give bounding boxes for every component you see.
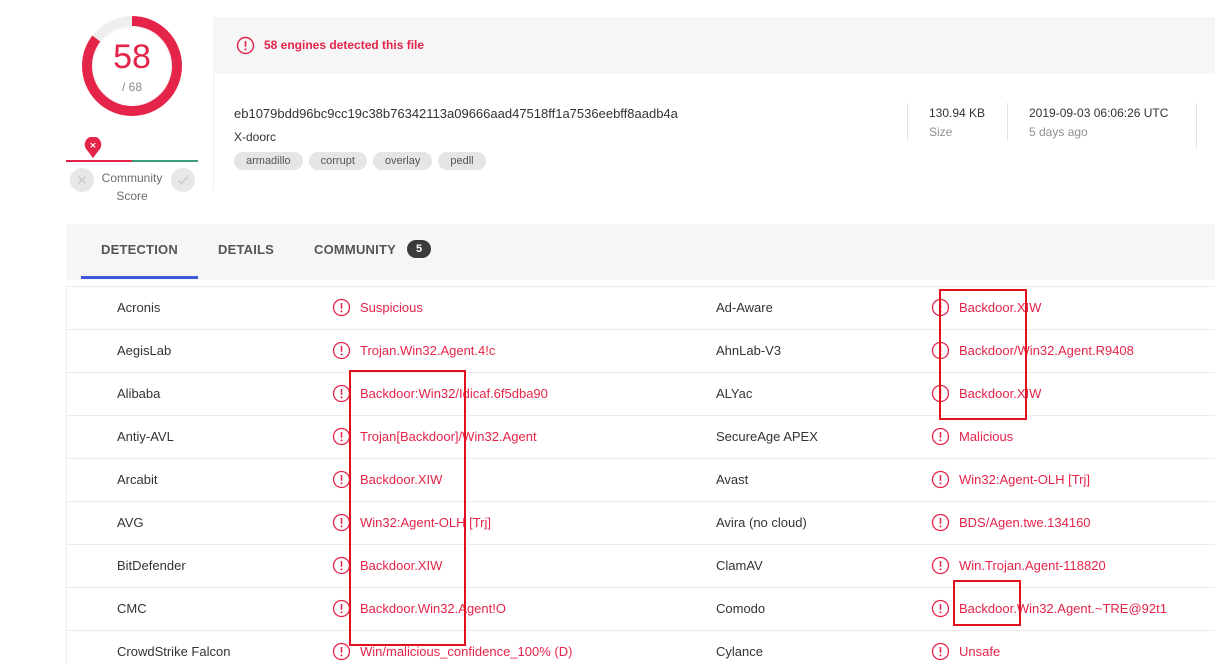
engine-name: AVG [117, 515, 144, 530]
engine-name: Cylance [716, 644, 763, 659]
file-name: X-doorc [234, 130, 277, 144]
community-score-marker-icon [84, 137, 102, 159]
community-count-badge: 5 [407, 240, 431, 258]
detection-row: Alibaba Backdoor:Win32/Idicaf.6f5dba90 ALY… [66, 372, 1215, 415]
detection-row: Acronis Suspicious Ad-Aware Backdoor.XIW [66, 286, 1215, 329]
alert-circle-icon [931, 427, 950, 446]
annotation-box [939, 289, 1027, 420]
alert-circle-icon [332, 341, 351, 360]
detection-result: Malicious [959, 429, 1014, 444]
detection-result: Win32:Agent-OLH [Trj] [959, 472, 1091, 487]
engine-name: SecureAge APEX [716, 429, 818, 444]
alert-circle-icon [931, 556, 950, 575]
detections-table: Acronis Suspicious Ad-Aware Backdoor.XIW Aeg… [66, 286, 1215, 664]
engine-name: AhnLab-V3 [716, 343, 782, 358]
file-size-label: Size [929, 125, 953, 139]
detection-row: AegisLab Trojan.Win32.Agent.4!c AhnLab-V3 B… [66, 329, 1215, 372]
community-score-bar-positive [132, 160, 198, 162]
alert-circle-icon [332, 298, 351, 317]
engine-name: Alibaba [117, 386, 161, 401]
detection-row: AVG Win32:Agent-OLH [Trj] Avira (no cloud)… [66, 501, 1215, 544]
file-tag[interactable]: pedll [438, 152, 486, 170]
detection-message: 58 engines detected this file [264, 38, 425, 52]
alert-circle-icon [931, 642, 950, 661]
detection-result: Unsafe [959, 644, 1001, 659]
community-score-label: Community Score [101, 171, 163, 203]
engine-name: Avira (no cloud) [716, 515, 807, 530]
community-score-bar-negative [66, 160, 132, 162]
alert-circle-icon [931, 470, 950, 489]
engine-name: Acronis [117, 300, 161, 315]
analysis-date-relative: 5 days ago [1029, 125, 1088, 139]
detection-result: Trojan.Win32.Agent.4!c [360, 343, 496, 358]
engine-name: Avast [716, 472, 749, 487]
detection-row: CrowdStrike Falcon Win/malicious_confiden… [66, 630, 1215, 664]
detection-row: BitDefender Backdoor.XIW ClamAV Win.Trojan.… [66, 544, 1215, 587]
file-size-value: 130.94 KB [929, 106, 986, 120]
tab-details[interactable]: DETAILS [218, 242, 274, 257]
engine-name: ClamAV [716, 558, 763, 573]
vote-malicious-button[interactable] [70, 168, 94, 192]
engine-name: CMC [117, 601, 147, 616]
annotation-box [953, 580, 1021, 626]
detection-result: BDS/Agen.twe.134160 [959, 515, 1091, 530]
tab-community[interactable]: COMMUNITY [314, 242, 396, 257]
annotation-box [349, 370, 466, 646]
divider [907, 103, 908, 141]
detection-result: Win.Trojan.Agent-118820 [959, 558, 1106, 573]
engine-name: ALYac [716, 386, 753, 401]
file-tag[interactable]: overlay [372, 152, 433, 170]
detection-score: 58 [113, 38, 151, 76]
analysis-date-value: 2019-09-03 06:06:26 UTC [1029, 106, 1169, 120]
divider [1196, 103, 1197, 149]
alert-circle-icon [236, 36, 255, 55]
detection-row: CMC Backdoor.Win32.Agent!O Comodo Backdoor.… [66, 587, 1215, 630]
file-tag[interactable]: corrupt [308, 152, 367, 170]
file-hash[interactable]: eb1079bdd96bc9cc19c38b76342113a09666aad4… [234, 106, 678, 121]
detection-total: / 68 [121, 80, 142, 94]
active-tab-indicator [81, 276, 198, 279]
engine-name: Ad-Aware [716, 300, 773, 315]
engine-name: Comodo [716, 601, 766, 616]
check-icon [178, 176, 189, 185]
divider [1007, 103, 1008, 141]
tab-detection[interactable]: DETECTION [101, 242, 178, 257]
engine-name: BitDefender [117, 558, 186, 573]
engine-name: CrowdStrike Falcon [117, 644, 231, 659]
detection-result: Win/malicious_confidence_100% (D) [360, 644, 573, 659]
alert-circle-icon [931, 513, 950, 532]
file-tag[interactable]: armadillo [234, 152, 303, 170]
engine-name: Arcabit [117, 472, 158, 487]
detection-result: Suspicious [360, 300, 423, 315]
detection-row: Arcabit Backdoor.XIW Avast Win32:Agent-OLH … [66, 458, 1215, 501]
file-tags: armadillo corrupt overlay pedll [234, 152, 486, 170]
detection-row: Antiy-AVL Trojan[Backdoor]/Win32.Agent Sec… [66, 415, 1215, 458]
engine-name: AegisLab [117, 343, 172, 358]
alert-circle-icon [931, 599, 950, 618]
close-icon [78, 176, 86, 184]
vote-harmless-button[interactable] [171, 168, 195, 192]
engine-name: Antiy-AVL [117, 429, 174, 444]
